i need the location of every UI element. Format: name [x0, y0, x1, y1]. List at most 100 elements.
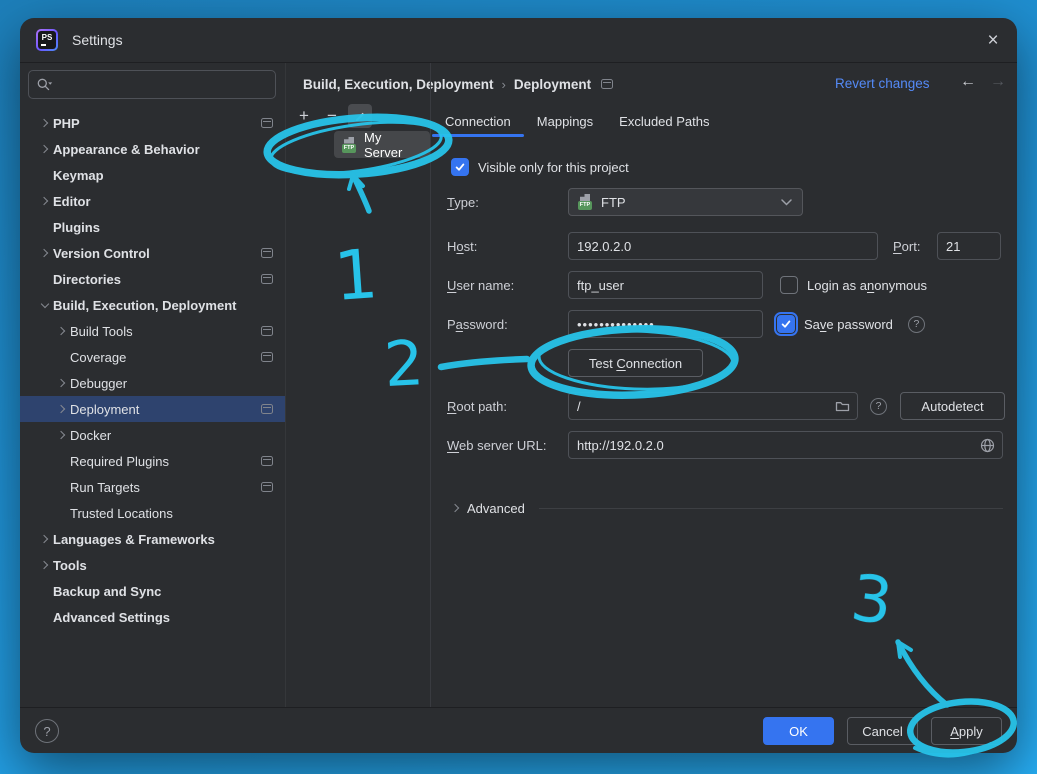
sidebar-item-debugger[interactable]: Debugger	[20, 370, 285, 396]
sidebar-item-version-control[interactable]: Version Control	[20, 240, 285, 266]
sidebar-item-build-execution-deployment[interactable]: Build, Execution, Deployment	[20, 292, 285, 318]
tab-connection[interactable]: Connection	[432, 107, 524, 137]
visible-only-label: Visible only for this project	[478, 160, 629, 175]
sidebar-item-languages-frameworks[interactable]: Languages & Frameworks	[20, 526, 285, 552]
port-label: Port:	[893, 239, 920, 254]
close-icon[interactable]: ×	[979, 27, 1007, 55]
port-field[interactable]	[937, 232, 1001, 260]
sidebar-item-label: Required Plugins	[70, 454, 169, 469]
root-path-help-icon[interactable]: ?	[870, 398, 887, 415]
web-server-url-field[interactable]	[568, 431, 1003, 459]
sidebar-item-deployment[interactable]: Deployment	[20, 396, 285, 422]
sidebar-item-coverage[interactable]: Coverage	[20, 344, 285, 370]
chevron-spacer	[36, 167, 53, 183]
chevron-right-icon[interactable]	[53, 375, 70, 391]
type-dropdown[interactable]: FTP FTP	[568, 188, 803, 216]
chevron-down-icon[interactable]	[36, 297, 53, 313]
sidebar-item-required-plugins[interactable]: Required Plugins	[20, 448, 285, 474]
folder-icon[interactable]	[835, 399, 850, 413]
ftp-server-icon: FTP	[342, 137, 358, 153]
sidebar-item-label: Deployment	[70, 402, 139, 417]
settings-search-input[interactable]	[28, 70, 276, 99]
window-title: Settings	[72, 18, 123, 63]
sidebar-item-label: Run Targets	[70, 480, 140, 495]
login-anonymous-checkbox[interactable]	[780, 276, 798, 294]
help-icon[interactable]: ?	[35, 719, 59, 743]
type-value: FTP	[601, 195, 626, 210]
modified-indicator-icon	[261, 118, 273, 128]
remove-server-icon[interactable]: −	[320, 104, 344, 128]
chevron-spacer	[36, 583, 53, 599]
cancel-button[interactable]: Cancel	[847, 717, 918, 745]
chevron-right-icon[interactable]	[36, 245, 53, 261]
settings-dialog: PS Settings × PHP Appearance & Behavior Ke…	[20, 18, 1017, 753]
host-label: Host:	[447, 239, 477, 254]
tab-bar: Connection Mappings Excluded Paths	[432, 107, 723, 137]
save-password-checkbox[interactable]	[777, 315, 795, 333]
sidebar-item-label: Directories	[53, 272, 121, 287]
chevron-right-icon[interactable]	[53, 323, 70, 339]
chevron-spacer	[53, 453, 70, 469]
sidebar-item-label: Coverage	[70, 350, 126, 365]
sidebar-item-label: Version Control	[53, 246, 150, 261]
chevron-right-icon[interactable]	[36, 193, 53, 209]
test-connection-button[interactable]: Test Connection	[568, 349, 703, 377]
tab-mappings[interactable]: Mappings	[524, 107, 606, 137]
root-path-label: Root path:	[447, 399, 507, 414]
modified-indicator-icon	[261, 404, 273, 414]
sidebar-item-plugins[interactable]: Plugins	[20, 214, 285, 240]
chevron-right-icon[interactable]	[36, 141, 53, 157]
modified-indicator-icon	[261, 274, 273, 284]
user-name-field[interactable]	[568, 271, 763, 299]
chevron-right-icon[interactable]	[53, 427, 70, 443]
sidebar-item-label: Tools	[53, 558, 87, 573]
sidebar-item-trusted-locations[interactable]: Trusted Locations	[20, 500, 285, 526]
server-item-my-server[interactable]: FTP My Server	[334, 131, 430, 158]
sidebar-item-run-targets[interactable]: Run Targets	[20, 474, 285, 500]
chevron-right-icon[interactable]	[53, 401, 70, 417]
sidebar-item-directories[interactable]: Directories	[20, 266, 285, 292]
sidebar-item-php[interactable]: PHP	[20, 110, 285, 136]
sidebar-item-docker[interactable]: Docker	[20, 422, 285, 448]
edit-server-icon[interactable]	[348, 104, 372, 128]
chevron-right-icon[interactable]	[36, 557, 53, 573]
chevron-right-icon	[447, 500, 464, 516]
search-icon	[36, 77, 53, 93]
chevron-spacer	[36, 219, 53, 235]
password-field[interactable]	[568, 310, 763, 338]
visible-only-checkbox[interactable]	[451, 158, 469, 176]
save-password-help-icon[interactable]: ?	[908, 316, 925, 333]
server-list-toolbar: + −	[292, 104, 372, 128]
tab-excluded-paths[interactable]: Excluded Paths	[606, 107, 722, 137]
sidebar-item-label: Appearance & Behavior	[53, 142, 200, 157]
phpstorm-logo-text: PS	[38, 31, 56, 49]
server-list-panel: + − FTP My Server	[285, 63, 431, 707]
root-path-field[interactable]	[568, 392, 858, 420]
advanced-section-toggle[interactable]: Advanced	[447, 495, 1003, 521]
chevron-right-icon[interactable]	[36, 115, 53, 131]
chevron-spacer	[36, 271, 53, 287]
ok-button[interactable]: OK	[763, 717, 834, 745]
host-field[interactable]	[568, 232, 878, 260]
chevron-spacer	[36, 609, 53, 625]
sidebar-item-label: Debugger	[70, 376, 127, 391]
server-name: My Server	[364, 130, 418, 160]
sidebar-item-keymap[interactable]: Keymap	[20, 162, 285, 188]
sidebar-item-advanced-settings[interactable]: Advanced Settings	[20, 604, 285, 630]
apply-button[interactable]: Apply	[931, 717, 1002, 745]
sidebar-item-label: Backup and Sync	[53, 584, 161, 599]
autodetect-button[interactable]: Autodetect	[900, 392, 1005, 420]
sidebar-item-build-tools[interactable]: Build Tools	[20, 318, 285, 344]
globe-icon[interactable]	[980, 438, 995, 453]
sidebar-item-appearance-behavior[interactable]: Appearance & Behavior	[20, 136, 285, 162]
web-server-url-label: Web server URL:	[447, 438, 546, 453]
sidebar-item-backup-and-sync[interactable]: Backup and Sync	[20, 578, 285, 604]
sidebar-item-editor[interactable]: Editor	[20, 188, 285, 214]
chevron-right-icon[interactable]	[36, 531, 53, 547]
login-anonymous-label: Login as anonymous	[807, 278, 927, 293]
section-divider	[539, 508, 1003, 509]
add-server-icon[interactable]: +	[292, 104, 316, 128]
sidebar-item-tools[interactable]: Tools	[20, 552, 285, 578]
sidebar-item-label: Keymap	[53, 168, 104, 183]
sidebar-item-label: Plugins	[53, 220, 100, 235]
